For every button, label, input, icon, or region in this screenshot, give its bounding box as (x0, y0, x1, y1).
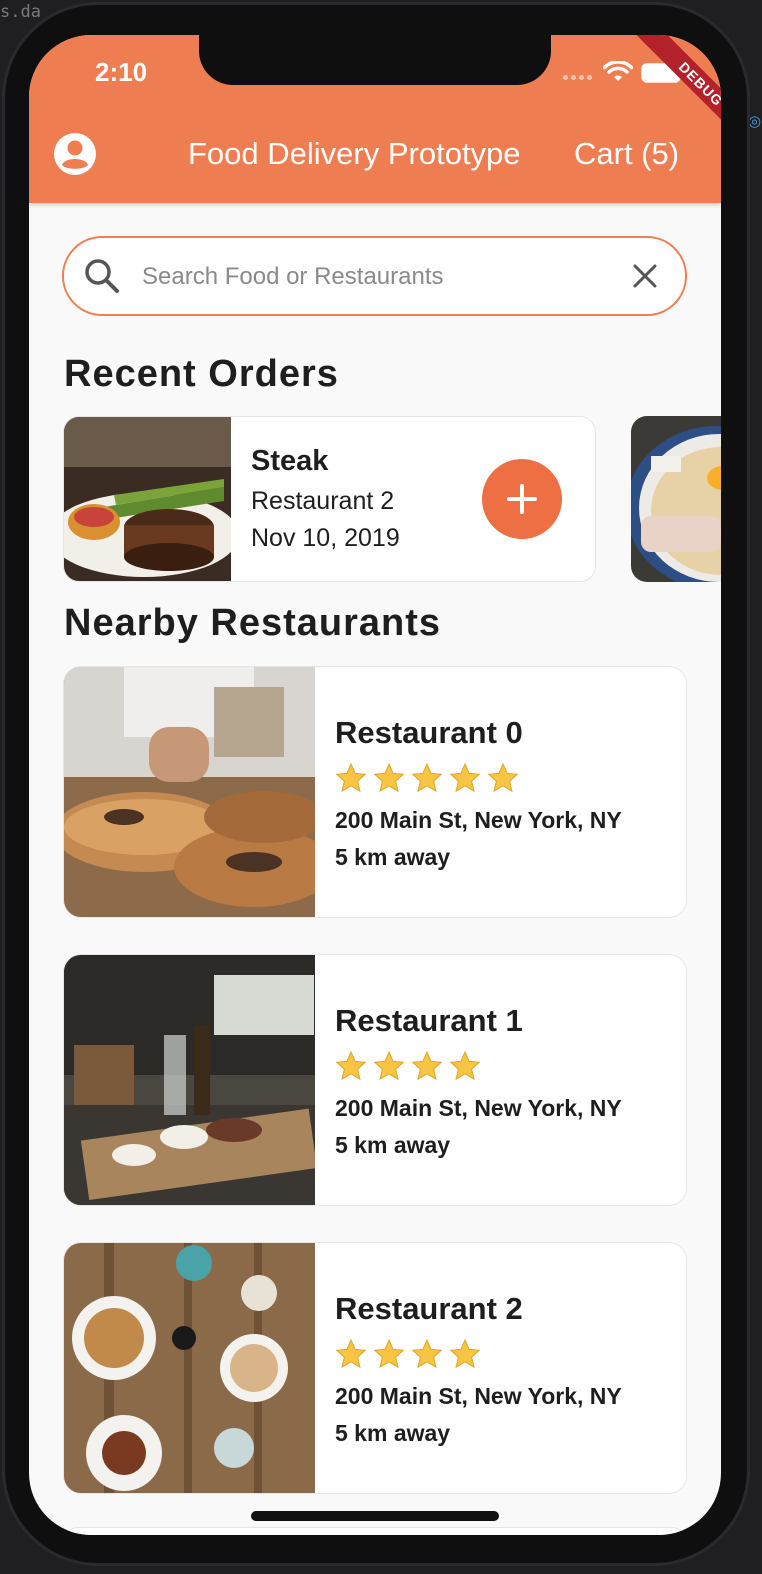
restaurant-distance: 5 km away (335, 844, 451, 870)
star-icon (373, 762, 405, 793)
order-restaurant: Restaurant 2 (251, 487, 395, 515)
star-icon (373, 1050, 405, 1081)
search-bar[interactable] (62, 236, 687, 316)
star-icon (411, 762, 443, 793)
app-title: Food Delivery Prototype (188, 136, 521, 171)
recent-order-card[interactable]: Steak Restaurant 2 Nov 10, 2019 (63, 416, 596, 582)
restaurant-name: Restaurant 2 (335, 1291, 523, 1326)
star-icon (411, 1338, 443, 1369)
editor-edge-icon: ◎ (748, 113, 762, 130)
debug-banner: DEBUG (633, 35, 721, 152)
restaurant-card[interactable]: Restaurant 2 200 Main St, New York, NY 5… (63, 1242, 687, 1494)
restaurant-card[interactable]: Restaurant 1 200 Main St, New York, NY 5… (63, 954, 687, 1206)
signal-icon (563, 75, 592, 80)
phone-frame: 2:10 DEBUG Food Delivery Prototype Cart … (2, 2, 750, 1566)
star-icon (487, 762, 519, 793)
star-icon (335, 1338, 367, 1369)
restaurant-address: 200 Main St, New York, NY (335, 1095, 622, 1121)
star-icon (449, 1338, 481, 1369)
cart-button[interactable]: Cart (5) (574, 136, 679, 172)
ramen-photo (631, 416, 721, 582)
restaurant-card[interactable]: Restaurant 0 200 Main St, New York, NY 5… (63, 666, 687, 918)
restaurant-rating (335, 1050, 481, 1082)
restaurant-rating (335, 1338, 481, 1370)
reorder-add-button[interactable] (482, 459, 562, 539)
app-screen: 2:10 DEBUG Food Delivery Prototype Cart … (29, 35, 721, 1535)
restaurant-name: Restaurant 1 (335, 1003, 523, 1038)
device-notch (199, 35, 551, 85)
nearby-restaurants-heading: Nearby Restaurants (64, 602, 442, 644)
clear-icon[interactable] (632, 263, 658, 289)
order-date: Nov 10, 2019 (251, 524, 400, 552)
wifi-icon (603, 61, 633, 81)
order-item-name: Steak (251, 445, 329, 477)
restaurant-name: Restaurant 0 (335, 715, 523, 750)
restaurant-card-next[interactable] (63, 1527, 687, 1535)
editor-fragment-text: s.da (0, 2, 41, 22)
plus-icon (507, 484, 537, 514)
steak-photo (64, 417, 231, 581)
search-input[interactable] (140, 256, 614, 298)
restaurant-distance: 5 km away (335, 1420, 451, 1446)
restaurant-photo (64, 955, 315, 1205)
star-icon (373, 1338, 405, 1369)
restaurant-distance: 5 km away (335, 1132, 451, 1158)
restaurant-address: 200 Main St, New York, NY (335, 1383, 622, 1409)
star-icon (335, 1050, 367, 1081)
star-icon (449, 1050, 481, 1081)
restaurant-photo (64, 667, 315, 917)
restaurant-rating (335, 762, 519, 794)
status-time: 2:10 (95, 57, 148, 87)
star-icon (449, 762, 481, 793)
home-indicator[interactable] (251, 1511, 499, 1521)
star-icon (335, 762, 367, 793)
star-icon (411, 1050, 443, 1081)
restaurant-address: 200 Main St, New York, NY (335, 807, 622, 833)
search-icon (85, 259, 119, 293)
recent-orders-heading: Recent Orders (64, 353, 339, 395)
app-bar: 2:10 DEBUG Food Delivery Prototype Cart … (29, 35, 721, 203)
restaurant-photo (64, 1243, 315, 1493)
recent-order-card-next[interactable] (631, 416, 721, 582)
account-icon[interactable] (53, 132, 97, 176)
